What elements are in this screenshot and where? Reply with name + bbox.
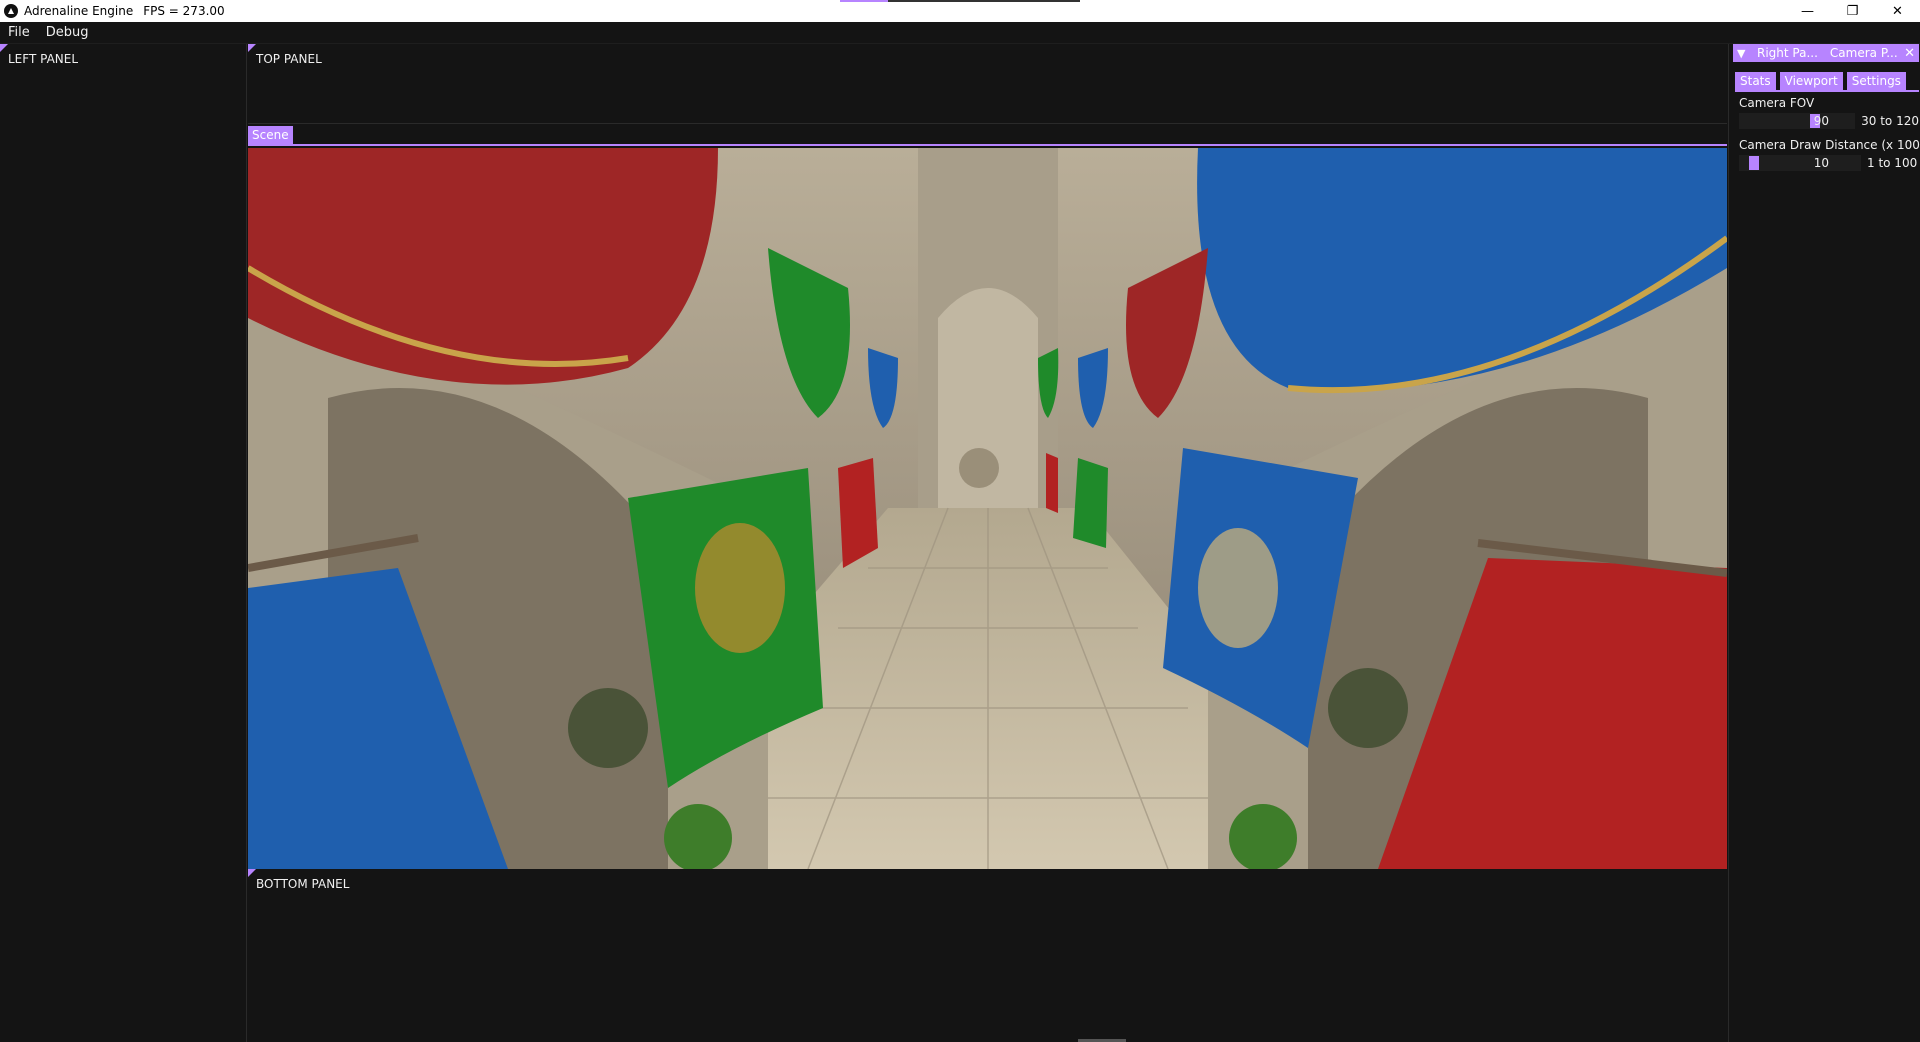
window-controls: — ❐ ✕ (1785, 0, 1920, 22)
menu-debug[interactable]: Debug (38, 25, 97, 40)
scene-viewport[interactable] (248, 148, 1727, 869)
scene-render-image (248, 148, 1727, 869)
camera-draw-distance-slider-row: 10 1 to 100 (1739, 155, 1919, 171)
collapse-arrow-icon[interactable]: ▼ (1737, 47, 1751, 60)
restore-button[interactable]: ❐ (1830, 0, 1875, 22)
camera-fov-range: 30 to 120 (1861, 114, 1919, 128)
title-accent-bar (840, 0, 888, 2)
left-panel-label: LEFT PANEL (8, 52, 79, 66)
camera-draw-distance-value: 10 (1813, 156, 1829, 170)
right-panel-header: ▼ Right Pa... Camera P... ✕ (1733, 44, 1919, 62)
tab-viewport[interactable]: Viewport (1779, 72, 1843, 90)
window-title: Adrenaline Engine (24, 4, 134, 18)
bottom-panel: BOTTOM PANEL (248, 869, 1727, 1042)
tab-stats[interactable]: Stats (1735, 72, 1776, 90)
menu-file[interactable]: File (0, 25, 38, 40)
tab-right-panel[interactable]: Right Pa... (1751, 46, 1824, 60)
camera-draw-distance-slider[interactable]: 10 (1739, 155, 1861, 171)
tab-settings[interactable]: Settings (1846, 72, 1906, 90)
title-bar: Adrenaline Engine FPS = 273.00 — ❐ ✕ (0, 0, 1920, 22)
top-panel: TOP PANEL (248, 44, 1727, 124)
bottom-panel-label: BOTTOM PANEL (256, 877, 350, 891)
top-panel-label: TOP PANEL (256, 52, 322, 66)
menu-bar: File Debug (0, 22, 1920, 44)
close-button[interactable]: ✕ (1875, 0, 1920, 22)
camera-draw-distance-label: Camera Draw Distance (x 1000) (1739, 138, 1920, 152)
dock-corner-icon[interactable] (248, 869, 256, 877)
camera-fov-slider-row: 90 30 to 120 (1739, 113, 1919, 129)
app-logo-icon (4, 4, 18, 18)
tab-camera-properties[interactable]: Camera P... (1824, 46, 1904, 60)
close-icon[interactable]: ✕ (1904, 46, 1915, 61)
right-panel: ▼ Right Pa... Camera P... ✕ Stats Viewpo… (1728, 44, 1920, 1042)
camera-draw-distance-range: 1 to 100 (1867, 156, 1918, 170)
camera-fov-label: Camera FOV (1739, 96, 1815, 110)
dock-corner-icon[interactable] (0, 44, 8, 52)
title-accent-bar-dark (888, 0, 1080, 2)
properties-tab-bar: Stats Viewport Settings (1735, 72, 1919, 92)
camera-fov-value: 90 (1813, 114, 1829, 128)
tab-scene[interactable]: Scene (248, 126, 293, 144)
camera-fov-slider[interactable]: 90 (1739, 113, 1856, 129)
minimize-button[interactable]: — (1785, 0, 1830, 22)
scene-tab-bar: Scene (248, 124, 1727, 146)
fps-counter: FPS = 273.00 (143, 4, 225, 18)
dock-corner-icon[interactable] (248, 44, 256, 52)
left-panel: LEFT PANEL (0, 44, 247, 1042)
